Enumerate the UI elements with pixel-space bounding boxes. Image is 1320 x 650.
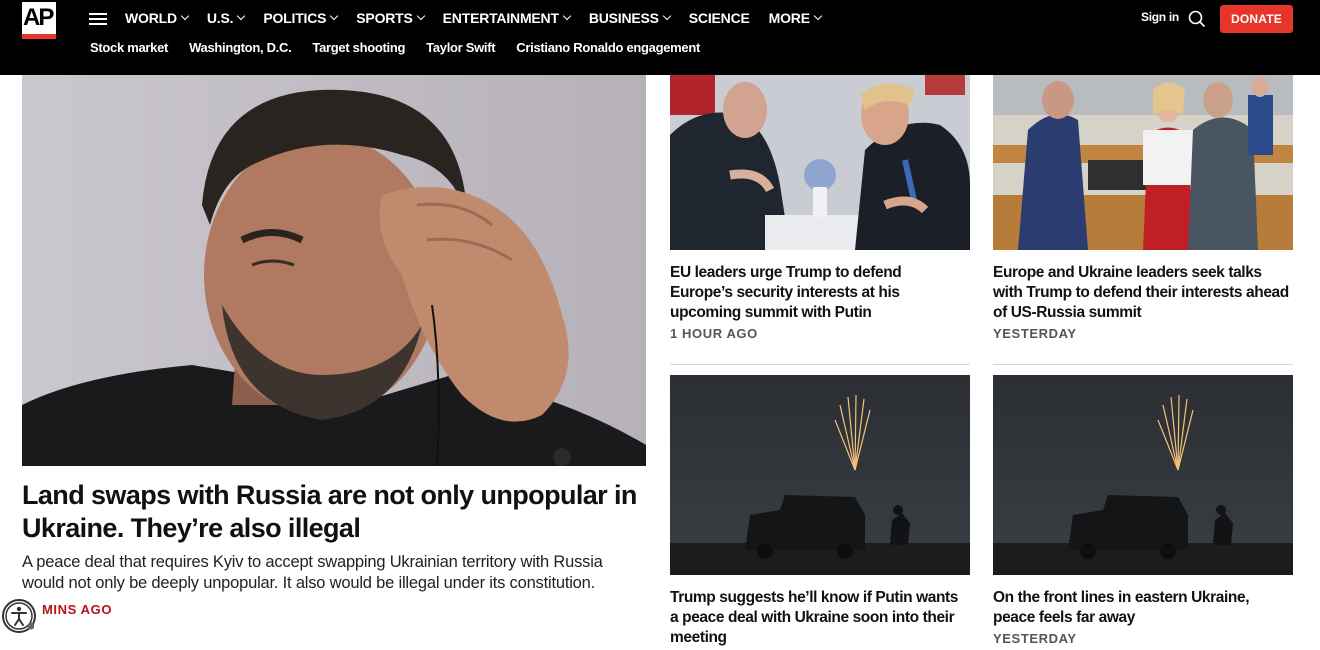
nav-item-sports[interactable]: SPORTS (356, 9, 425, 27)
chevron-down-icon (662, 11, 672, 21)
nav-item-entertainment[interactable]: ENTERTAINMENT (442, 9, 572, 27)
accessibility-icon[interactable] (2, 599, 36, 633)
top-navigation-bar: AP WORLD U.S. POLITICS SPORTS ENTERTAINM… (0, 0, 1320, 75)
main-nav: WORLD U.S. POLITICS SPORTS ENTERTAINMENT… (125, 9, 823, 27)
story-photo-illustration (993, 75, 1293, 250)
nav-label: MORE (768, 10, 810, 26)
logo-text: AP (23, 4, 54, 31)
chevron-down-icon (416, 11, 425, 21)
logo-underline (22, 34, 56, 39)
story-timestamp: YESTERDAY (993, 631, 1077, 646)
trending-link[interactable]: Stock market (90, 39, 168, 57)
trending-link[interactable]: Taylor Swift (426, 39, 495, 57)
chevron-down-icon (562, 11, 572, 21)
nav-label: SPORTS (356, 10, 413, 26)
lead-photo-illustration (22, 75, 646, 466)
story-image[interactable] (670, 75, 970, 250)
trending-link[interactable]: Target shooting (312, 39, 405, 57)
story-photo-illustration (993, 375, 1293, 575)
nav-item-business[interactable]: BUSINESS (588, 9, 672, 27)
nav-label: U.S. (206, 10, 234, 26)
divider (670, 364, 970, 365)
nav-label: ENTERTAINMENT (442, 10, 559, 26)
trending-link[interactable]: Washington, D.C. (189, 39, 292, 57)
ap-logo[interactable]: AP (22, 2, 56, 39)
donate-button[interactable]: DONATE (1220, 5, 1293, 33)
nav-label: SCIENCE (688, 10, 750, 26)
story-image[interactable] (670, 375, 970, 575)
story-photo-illustration (670, 75, 970, 250)
chevron-down-icon (180, 11, 190, 21)
chevron-down-icon (813, 11, 823, 21)
lead-story-image[interactable] (22, 75, 646, 466)
story-image[interactable] (993, 375, 1293, 575)
lead-headline[interactable]: Land swaps with Russia are not only unpo… (22, 479, 642, 545)
nav-item-politics[interactable]: POLITICS (263, 9, 339, 27)
nav-item-science[interactable]: SCIENCE (689, 9, 750, 27)
lead-timestamp: MINS AGO (42, 602, 113, 617)
story-image[interactable] (993, 75, 1293, 250)
story-photo-illustration (670, 375, 970, 575)
story-timestamp: 1 HOUR AGO (670, 326, 758, 341)
trending-link[interactable]: Cristiano Ronaldo engagement (516, 39, 700, 57)
search-icon[interactable] (1188, 10, 1206, 28)
nav-item-world[interactable]: WORLD (125, 9, 190, 27)
nav-label: WORLD (125, 10, 177, 26)
chevron-down-icon (237, 11, 246, 21)
nav-label: POLITICS (263, 10, 327, 26)
story-title[interactable]: On the front lines in eastern Ukraine, p… (993, 588, 1289, 628)
lead-summary: A peace deal that requires Kyiv to accep… (22, 553, 603, 592)
story-title[interactable]: Trump suggests he’ll know if Putin wants… (670, 588, 966, 648)
story-title[interactable]: Europe and Ukraine leaders seek talks wi… (993, 263, 1289, 323)
story-title[interactable]: EU leaders urge Trump to defend Europe’s… (670, 263, 966, 323)
sign-in-link[interactable]: Sign in (1141, 10, 1179, 24)
hamburger-menu-icon[interactable] (89, 12, 107, 26)
chevron-down-icon (330, 11, 339, 21)
trending-links: Stock market Washington, D.C. Target sho… (90, 39, 700, 57)
story-timestamp: YESTERDAY (993, 326, 1077, 341)
divider (993, 364, 1293, 365)
nav-item-more[interactable]: MORE (768, 9, 823, 27)
nav-item-us[interactable]: U.S. (206, 9, 246, 27)
nav-label: BUSINESS (588, 10, 659, 26)
